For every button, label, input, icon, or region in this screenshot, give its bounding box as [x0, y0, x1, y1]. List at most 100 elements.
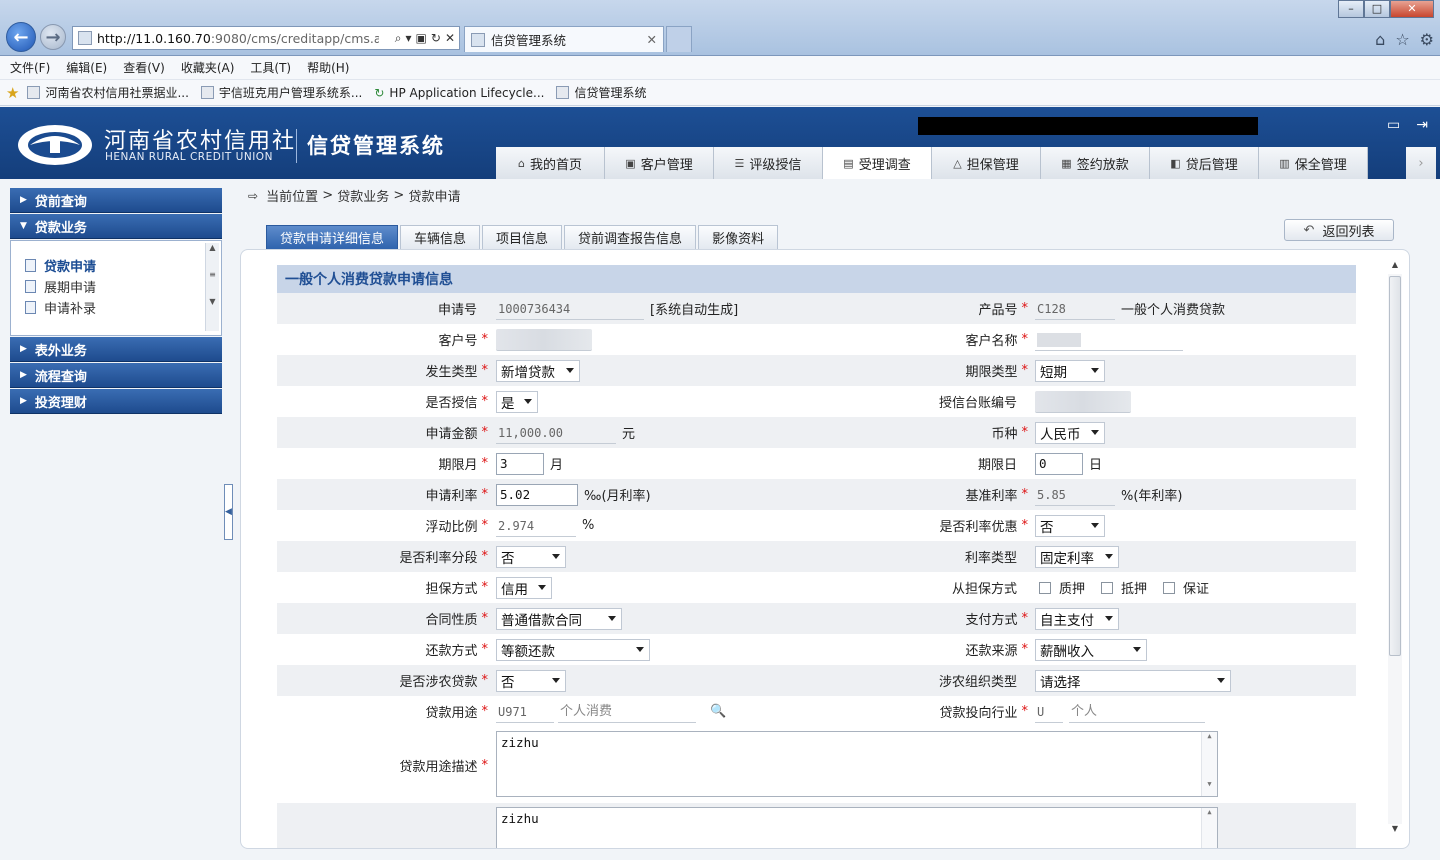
form-row: 是否涉农贷款 * 否 涉农组织类型 请选择 [277, 665, 1356, 696]
menu-favorites[interactable]: 收藏夹(A) [181, 59, 235, 76]
contract-select[interactable]: 普通借款合同 [496, 607, 622, 630]
tab-project[interactable]: 项目信息 [482, 225, 563, 249]
menu-help[interactable]: 帮助(H) [307, 59, 349, 76]
label-agri: 是否涉农贷款 * [399, 673, 488, 690]
search-magnifier-icon[interactable]: 🔍 [710, 704, 726, 719]
search-icon[interactable]: ⌕ [395, 31, 402, 46]
stop-icon[interactable]: ✕ [445, 31, 455, 46]
back-arrow-icon[interactable]: ← [6, 22, 36, 52]
panel-scrollbar[interactable]: ▲ ▼ [1388, 260, 1402, 836]
pay-method-select[interactable]: 自主支付 [1035, 607, 1119, 630]
minimize-icon[interactable]: – [1338, 0, 1364, 18]
textarea-scrollbar[interactable]: ▲ ▼ [1201, 732, 1217, 796]
sidebar-item-loan-application[interactable]: 贷款申请 [25, 255, 221, 276]
tab-survey-report[interactable]: 贷前调查报告信息 [564, 225, 697, 249]
browser-menu-bar: 文件(F) 编辑(E) 查看(V) 收藏夹(A) 工具(T) 帮助(H) [0, 56, 1440, 80]
pledge-checkbox[interactable] [1039, 581, 1051, 594]
form-row: 是否利率分段 * 否 利率类型 固定利率 [277, 541, 1356, 572]
sidebar-group-process-query[interactable]: ▶ 流程查询 [10, 363, 222, 388]
nav-rating[interactable]: ☰ 评级授信 [714, 147, 823, 179]
browser-tab[interactable]: 信贷管理系统 ✕ [464, 26, 664, 52]
tab-vehicle[interactable]: 车辆信息 [400, 225, 481, 249]
sidebar-group-off-balance[interactable]: ▶ 表外业务 [10, 337, 222, 362]
url-text[interactable]: http://11.0.160.70:9080/cms/creditapp/cm… [97, 31, 379, 46]
logout-icon[interactable]: ⇥ [1416, 117, 1428, 133]
favorite-link[interactable]: 河南省农村信用社票据业... [27, 84, 189, 101]
monitor-icon[interactable]: ▭ [1387, 117, 1400, 133]
term-day-input[interactable]: 0 [1035, 452, 1083, 475]
dropdown-icon[interactable]: ▾ [406, 31, 412, 46]
nav-customer[interactable]: ▣ 客户管理 [605, 147, 714, 179]
agri-org-select[interactable]: 请选择 [1035, 669, 1231, 692]
surety-checkbox[interactable] [1163, 581, 1176, 594]
nav-signing[interactable]: ▦ 签约放款 [1041, 147, 1150, 179]
usage-desc-textarea[interactable]: zizhu ▲ ▼ [496, 731, 1218, 797]
sidebar-item-supplement[interactable]: 申请补录 [25, 297, 221, 318]
textarea-scrollbar[interactable]: ▲ [1201, 808, 1217, 848]
rate-discount-select[interactable]: 否 [1035, 514, 1105, 537]
maximize-icon[interactable]: □ [1364, 0, 1390, 18]
forward-arrow-icon[interactable]: → [40, 24, 66, 50]
credit-granted-select[interactable]: 是 [496, 390, 538, 413]
home-icon[interactable]: ⌂ [1375, 30, 1385, 49]
sidebar-item-extension[interactable]: 展期申请 [25, 276, 221, 297]
customer-card-icon: ▣ [625, 156, 636, 170]
rate-input[interactable]: 5.02 [496, 483, 578, 506]
scroll-thumb[interactable] [1389, 276, 1401, 656]
nav-guarantee[interactable]: △ 担保管理 [932, 147, 1041, 179]
menu-edit[interactable]: 编辑(E) [66, 59, 107, 76]
scroll-up-icon[interactable]: ▲ [1388, 260, 1402, 272]
guarantee-select[interactable]: 信用 [496, 576, 552, 599]
tab-loan-detail[interactable]: 贷款申请详细信息 [266, 225, 399, 249]
back-to-list-button[interactable]: ↶ 返回列表 [1284, 219, 1394, 241]
label-amount: 申请金额 * [425, 425, 488, 442]
form-rows: 申请号 1000736434 [系统自动生成] 产品号 * C128 一般个人消费贷款… [277, 293, 1356, 848]
menu-file[interactable]: 文件(F) [10, 59, 50, 76]
nav-post-loan[interactable]: ◧ 贷后管理 [1150, 147, 1259, 179]
chevron-down-icon [1091, 522, 1099, 528]
term-month-input[interactable]: 3 [496, 452, 544, 475]
close-window-icon[interactable]: ✕ [1390, 0, 1434, 18]
scroll-down-icon[interactable]: ▼ [1388, 824, 1402, 836]
compat-view-icon[interactable]: ▣ [416, 31, 427, 46]
agri-select[interactable]: 否 [496, 669, 566, 692]
label-contract: 合同性质 * [425, 611, 488, 628]
label-product: 产品号 * [978, 301, 1028, 318]
page-icon [27, 86, 41, 99]
mortgage-checkbox[interactable] [1101, 581, 1114, 594]
sidebar-collapse-handle[interactable]: ◀ [224, 484, 233, 540]
sidebar-group-investment[interactable]: ▶ 投资理财 [10, 389, 222, 414]
favorite-link[interactable]: 宇信班克用户管理系统系... [200, 84, 362, 101]
system-name: 信贷管理系统 [296, 129, 445, 163]
favorite-link[interactable]: 信贷管理系统 [556, 84, 646, 101]
menu-tools[interactable]: 工具(T) [250, 59, 291, 76]
favorites-star-icon[interactable]: ★ [6, 84, 19, 102]
currency-select[interactable]: 人民币 [1035, 421, 1105, 444]
address-bar[interactable]: http://11.0.160.70:9080/cms/creditapp/cm… [72, 26, 460, 50]
calculator-icon: ▦ [1061, 156, 1072, 170]
repay-source-select[interactable]: 薪酬收入 [1035, 638, 1147, 661]
rate-type-select[interactable]: 固定利率 [1035, 545, 1119, 568]
rate-segment-select[interactable]: 否 [496, 545, 566, 568]
sidebar-group-loan-business[interactable]: ▼ 贷款业务 [10, 214, 222, 239]
sidebar-scrollbar[interactable]: ▲ ≡ ▼ [205, 243, 219, 331]
repay-select[interactable]: 等额还款 [496, 638, 650, 661]
cust-name-field-blurred [1035, 329, 1183, 351]
settings-gear-icon[interactable]: ⚙ [1420, 30, 1434, 49]
new-tab-button[interactable] [666, 26, 692, 52]
refresh-icon[interactable]: ↻ [431, 31, 441, 46]
label-usage-desc: 贷款用途描述 * [399, 757, 488, 775]
menu-view[interactable]: 查看(V) [123, 59, 165, 76]
remark-textarea[interactable]: zizhu ▲ [496, 807, 1218, 848]
term-type-select[interactable]: 短期 [1035, 359, 1105, 382]
nav-survey[interactable]: ▤ 受理调查 [823, 147, 932, 179]
favorites-star-icon[interactable]: ☆ [1395, 30, 1409, 49]
nav-scroll-right-icon[interactable]: › [1406, 147, 1436, 179]
sidebar-group-preloan-query[interactable]: ▶ 贷前查询 [10, 188, 222, 213]
occur-type-select[interactable]: 新增贷款 [496, 359, 580, 382]
favorite-link[interactable]: ↻ HP Application Lifecycle... [374, 86, 544, 100]
nav-preservation[interactable]: ▥ 保全管理 [1259, 147, 1368, 179]
nav-home[interactable]: ⌂ 我的首页 [496, 147, 605, 179]
close-tab-icon[interactable]: ✕ [647, 32, 657, 47]
tab-images[interactable]: 影像资料 [698, 225, 779, 249]
